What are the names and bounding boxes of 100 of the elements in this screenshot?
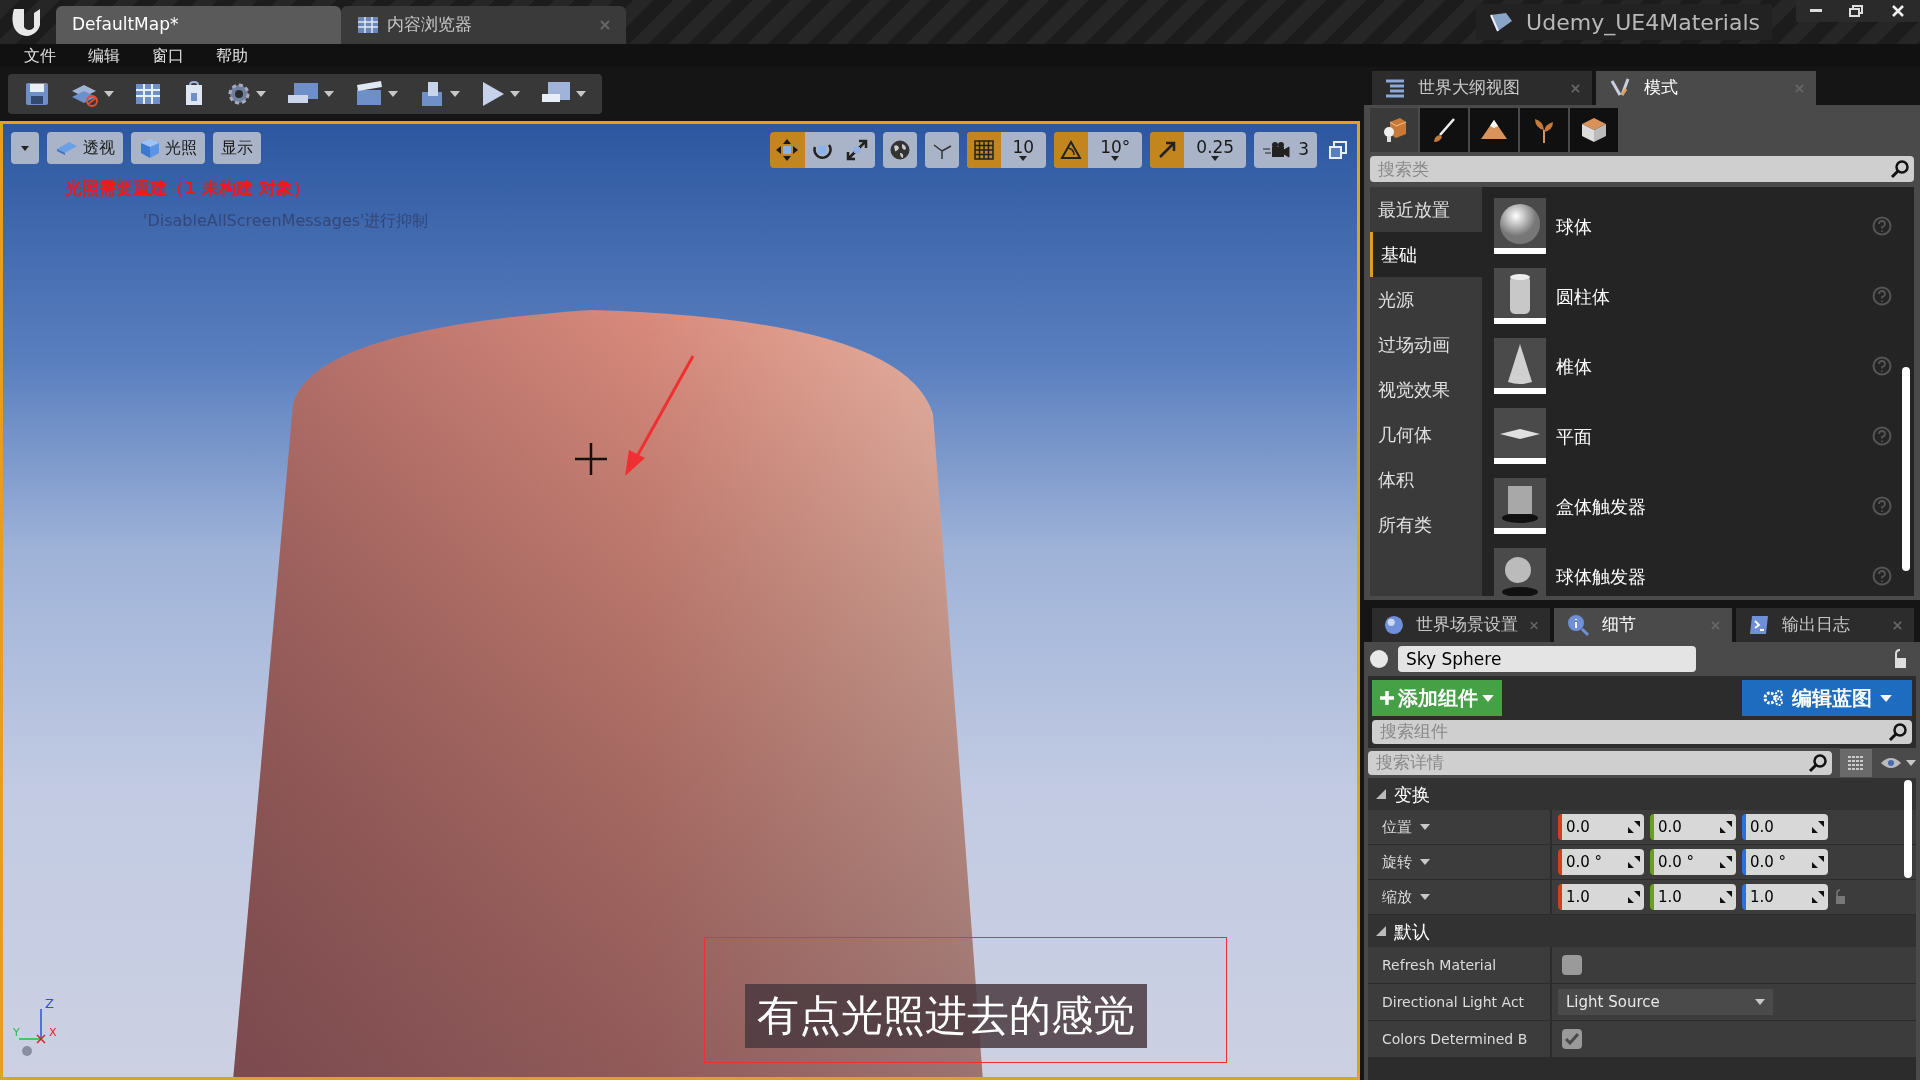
- number-field[interactable]: 0.0: [1558, 814, 1644, 840]
- number-field[interactable]: 1.0: [1558, 884, 1644, 910]
- visibility-button[interactable]: [1880, 756, 1916, 770]
- spin-arrows-icon: [1628, 856, 1640, 868]
- actor-item[interactable]: 球体触发器: [1482, 541, 1914, 596]
- actor-item[interactable]: 球体: [1482, 191, 1914, 261]
- sphere-trigger-thumbnail: [1494, 548, 1546, 596]
- checkbox[interactable]: [1562, 955, 1582, 975]
- menu-item[interactable]: 文件: [8, 43, 72, 68]
- number-field[interactable]: 1.0: [1650, 884, 1736, 910]
- section-header[interactable]: 变换: [1368, 778, 1916, 810]
- mode-tab[interactable]: [1470, 108, 1518, 152]
- edit-blueprint-button[interactable]: 编辑蓝图: [1742, 680, 1912, 716]
- panel-tab[interactable]: 模式: [1596, 71, 1816, 105]
- transform-tool-button[interactable]: [769, 132, 805, 168]
- lock-icon[interactable]: [1892, 649, 1908, 669]
- caret-icon: [21, 145, 29, 151]
- view-mode-button[interactable]: 透视: [47, 132, 123, 164]
- tab-label: 内容浏览器: [387, 13, 472, 37]
- panel-tab[interactable]: 世界场景设置: [1372, 608, 1550, 642]
- subtitle: 有点光照进去的感觉: [745, 984, 1147, 1048]
- maximize-icon[interactable]: [1329, 141, 1347, 159]
- category-item[interactable]: 所有类: [1370, 502, 1482, 547]
- minimize-button[interactable]: [1796, 0, 1836, 22]
- box-icon: [1580, 116, 1608, 144]
- mode-tab[interactable]: [1520, 108, 1568, 152]
- transform-tool-button[interactable]: [804, 132, 840, 168]
- checkbox[interactable]: [1562, 1029, 1582, 1049]
- mode-tab[interactable]: [1370, 108, 1418, 152]
- section-header[interactable]: 默认: [1368, 915, 1916, 947]
- property-label: Colors Determined B: [1382, 1029, 1528, 1049]
- sphere-thumbnail: [1494, 198, 1546, 254]
- menu-item[interactable]: 窗口: [136, 43, 200, 68]
- category-item[interactable]: 几何体: [1370, 412, 1482, 457]
- caret-icon: [324, 91, 334, 97]
- spin-arrows-icon: [1720, 821, 1732, 833]
- view-mode-button[interactable]: 显示: [213, 132, 261, 164]
- axis-label: Y: [13, 1027, 20, 1038]
- detail-search-field[interactable]: 搜索详情: [1368, 751, 1832, 775]
- number-field[interactable]: 0.0 °: [1742, 849, 1828, 875]
- viewport-options-button[interactable]: [11, 132, 39, 164]
- property-label: Refresh Material: [1382, 955, 1497, 975]
- scale-arrow-icon: [846, 139, 869, 161]
- clapperboard-icon: [354, 81, 384, 107]
- world-space-button[interactable]: [882, 132, 917, 168]
- number-field[interactable]: 0.0: [1650, 814, 1736, 840]
- menu-item[interactable]: 编辑: [72, 43, 136, 68]
- axis-label: X: [49, 1027, 57, 1038]
- number-field[interactable]: 0.0 °: [1650, 849, 1736, 875]
- caret-icon: [1420, 859, 1430, 865]
- snap-toggle[interactable]: [1054, 132, 1089, 168]
- mode-tab[interactable]: [1420, 108, 1468, 152]
- panel-tab[interactable]: 世界大纲视图: [1372, 71, 1592, 105]
- surface-snap-button[interactable]: [924, 132, 959, 168]
- sphere-icon: [1368, 648, 1390, 670]
- axis-label: Z: [45, 997, 54, 1010]
- close-button[interactable]: [1876, 0, 1920, 22]
- category-item[interactable]: 过场动画: [1370, 322, 1482, 367]
- search-field[interactable]: 搜索类: [1370, 156, 1914, 182]
- close-icon[interactable]: [1893, 620, 1902, 630]
- actor-item[interactable]: 盒体触发器: [1482, 471, 1914, 541]
- spin-arrows-icon: [1628, 891, 1640, 903]
- actor-item[interactable]: 平面: [1482, 401, 1914, 471]
- crosshair-icon: [575, 443, 607, 475]
- panel-tab[interactable]: 输出日志: [1736, 608, 1914, 642]
- actor-name-field[interactable]: Sky Sphere: [1398, 646, 1696, 672]
- snap-toggle[interactable]: [1150, 132, 1185, 168]
- spin-arrows-icon: [1812, 821, 1824, 833]
- view-options-button[interactable]: [1840, 749, 1872, 777]
- panel-tab[interactable]: 细节: [1554, 608, 1732, 642]
- scrollbar[interactable]: [1902, 367, 1910, 571]
- actor-item[interactable]: 圆柱体: [1482, 261, 1914, 331]
- close-icon[interactable]: [1571, 83, 1580, 93]
- component-search-field[interactable]: 搜索组件: [1372, 720, 1912, 744]
- project-name: Udemy_UE4Materials: [1526, 8, 1760, 38]
- actor-item[interactable]: 椎体: [1482, 331, 1914, 401]
- snap-toggle[interactable]: [966, 132, 1001, 168]
- view-mode-button[interactable]: 光照: [131, 132, 205, 164]
- category-item[interactable]: 光源: [1370, 277, 1482, 322]
- category-item[interactable]: 体积: [1370, 457, 1482, 502]
- caret-icon: [388, 91, 398, 97]
- document-tab[interactable]: 内容浏览器: [341, 6, 626, 44]
- document-tab[interactable]: DefaultMap*: [56, 6, 341, 44]
- number-field[interactable]: 0.0 °: [1558, 849, 1644, 875]
- close-icon: [1892, 5, 1904, 17]
- number-field[interactable]: 0.0: [1742, 814, 1828, 840]
- caret-icon: [1755, 999, 1765, 1005]
- mode-tab[interactable]: [1570, 108, 1618, 152]
- caret-icon: [1420, 894, 1430, 900]
- category-item[interactable]: 基础: [1370, 232, 1482, 277]
- category-item[interactable]: 视觉效果: [1370, 367, 1482, 412]
- property-label: 位置: [1382, 816, 1412, 838]
- dropdown[interactable]: Light Source: [1558, 989, 1773, 1015]
- menu-item[interactable]: 帮助: [200, 43, 264, 68]
- number-field[interactable]: 1.0: [1742, 884, 1828, 910]
- minimize-icon: [1810, 9, 1822, 13]
- camera-speed-button[interactable]: 3: [1254, 132, 1317, 168]
- category-item[interactable]: 最近放置: [1370, 187, 1482, 232]
- scrollbar[interactable]: [1904, 780, 1912, 878]
- transform-tool-button[interactable]: [839, 132, 875, 168]
